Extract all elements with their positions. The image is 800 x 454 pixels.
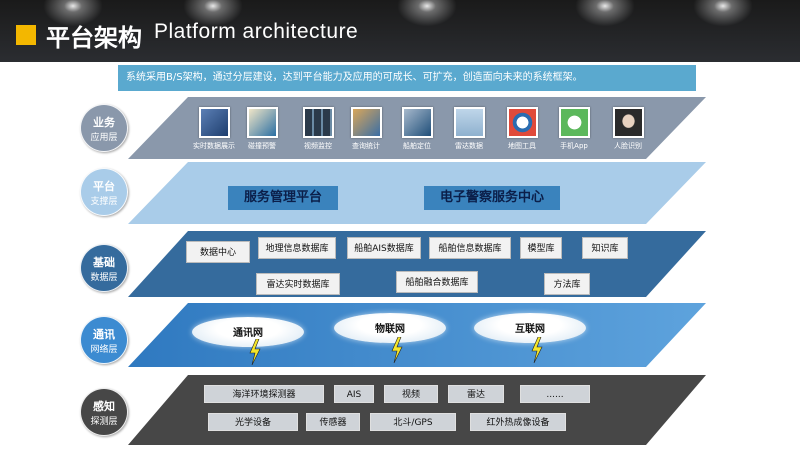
page-title: 平台架构	[46, 24, 142, 52]
device-tag[interactable]: 海洋环境探测器	[204, 385, 324, 403]
app-label: 碰撞预警	[248, 142, 276, 150]
app-item[interactable]: 船舶定位	[387, 107, 447, 151]
app-label: 雷达数据	[455, 142, 483, 150]
layer-apps: 实时数据展示 碰撞预警 视频监控 查询统计 船舶定位 雷达数据 地图工具 手机A…	[128, 97, 706, 159]
monitor-screen-icon	[198, 107, 230, 138]
layer-name-sub: 探测层	[90, 416, 118, 427]
app-item[interactable]: 雷达数据	[439, 107, 499, 151]
layer-name-sub: 数据层	[90, 272, 118, 283]
layer-support: 服务管理平台 电子警察服务中心	[128, 162, 706, 224]
app-label: 船舶定位	[403, 142, 431, 150]
device-tag[interactable]: 北斗/GPS	[370, 413, 456, 431]
network-label: 互联网	[515, 324, 545, 335]
layer-network: 通讯网 物联网 互联网	[128, 303, 706, 367]
spotlight-decoration	[570, 0, 640, 30]
video-wall-icon	[246, 107, 278, 138]
database-tag[interactable]: 地理信息数据库	[258, 237, 336, 259]
platform-service[interactable]: 电子警察服务中心	[424, 186, 560, 210]
ship-position-icon	[401, 107, 433, 138]
layer-name-sub: 网络层	[90, 344, 118, 355]
layer-label-data: 基础 数据层	[80, 244, 128, 292]
layer-label-apps: 业务 应用层	[80, 104, 128, 152]
layer-name: 基础	[93, 255, 115, 269]
device-tag[interactable]: 红外热成像设备	[470, 413, 566, 431]
layer-label-support: 平台 支撑层	[80, 168, 128, 216]
device-tag[interactable]: 光学设备	[208, 413, 298, 431]
spotlight-decoration	[688, 0, 758, 30]
database-tag[interactable]: 船舶信息数据库	[429, 237, 511, 259]
device-tag[interactable]: 传感器	[306, 413, 360, 431]
layer-name: 感知	[93, 399, 115, 413]
device-tag[interactable]: ......	[520, 385, 590, 403]
app-label: 人脸识别	[614, 142, 642, 150]
layer-sensing: 海洋环境探测器 AIS 视频 雷达 ...... 光学设备 传感器 北斗/GPS…	[128, 375, 706, 445]
device-tag[interactable]: 视频	[384, 385, 438, 403]
layer-name-sub: 应用层	[90, 132, 118, 143]
layer-label-sensing: 感知 探测层	[80, 388, 128, 436]
summary-banner: 系统采用B/S架构，通过分层建设，达到平台能力及应用的可成长、可扩充，创造面向未…	[118, 65, 696, 91]
database-tag[interactable]: 方法库	[544, 273, 590, 295]
spotlight-decoration	[392, 0, 462, 30]
header-bar: 平台架构 Platform architecture	[0, 0, 800, 62]
app-item[interactable]: 手机App	[544, 107, 604, 151]
lightning-icon	[391, 337, 403, 363]
title-accent-square	[16, 25, 36, 45]
surveillance-grid-icon	[302, 107, 334, 138]
face-recognition-icon	[612, 107, 644, 138]
database-tag[interactable]: 数据中心	[186, 241, 250, 263]
device-tag[interactable]: 雷达	[448, 385, 504, 403]
database-tag[interactable]: 知识库	[582, 237, 628, 259]
lightning-icon	[531, 337, 543, 363]
layer-name-sub: 支撑层	[90, 196, 118, 207]
app-item[interactable]: 人脸识别	[598, 107, 658, 151]
app-item[interactable]: 碰撞预警	[232, 107, 292, 151]
page-subtitle: Platform architecture	[154, 20, 359, 43]
layer-name: 业务	[93, 115, 115, 129]
database-tag[interactable]: 雷达实时数据库	[256, 273, 340, 295]
device-tag[interactable]: AIS	[334, 385, 374, 403]
platform-service[interactable]: 服务管理平台	[228, 186, 338, 210]
app-label: 手机App	[560, 142, 588, 150]
layer-name: 通讯	[93, 327, 115, 341]
layer-label-network: 通讯 网络层	[80, 316, 128, 364]
app-item[interactable]: 地图工具	[492, 107, 552, 151]
map-tool-icon	[506, 107, 538, 138]
network-label: 物联网	[375, 324, 405, 335]
app-label: 地图工具	[508, 142, 536, 150]
lightning-icon	[249, 339, 261, 365]
layer-data: 数据中心 地理信息数据库 船舶AIS数据库 船舶信息数据库 模型库 知识库 雷达…	[128, 231, 706, 297]
layer-name: 平台	[93, 179, 115, 193]
network-label: 通讯网	[233, 328, 263, 339]
database-tag[interactable]: 模型库	[520, 237, 562, 259]
radar-tower-icon	[453, 107, 485, 138]
database-tag[interactable]: 船舶AIS数据库	[347, 237, 421, 259]
database-tag[interactable]: 船舶融合数据库	[396, 271, 478, 293]
chat-app-icon	[558, 107, 590, 138]
statistics-icon	[350, 107, 382, 138]
